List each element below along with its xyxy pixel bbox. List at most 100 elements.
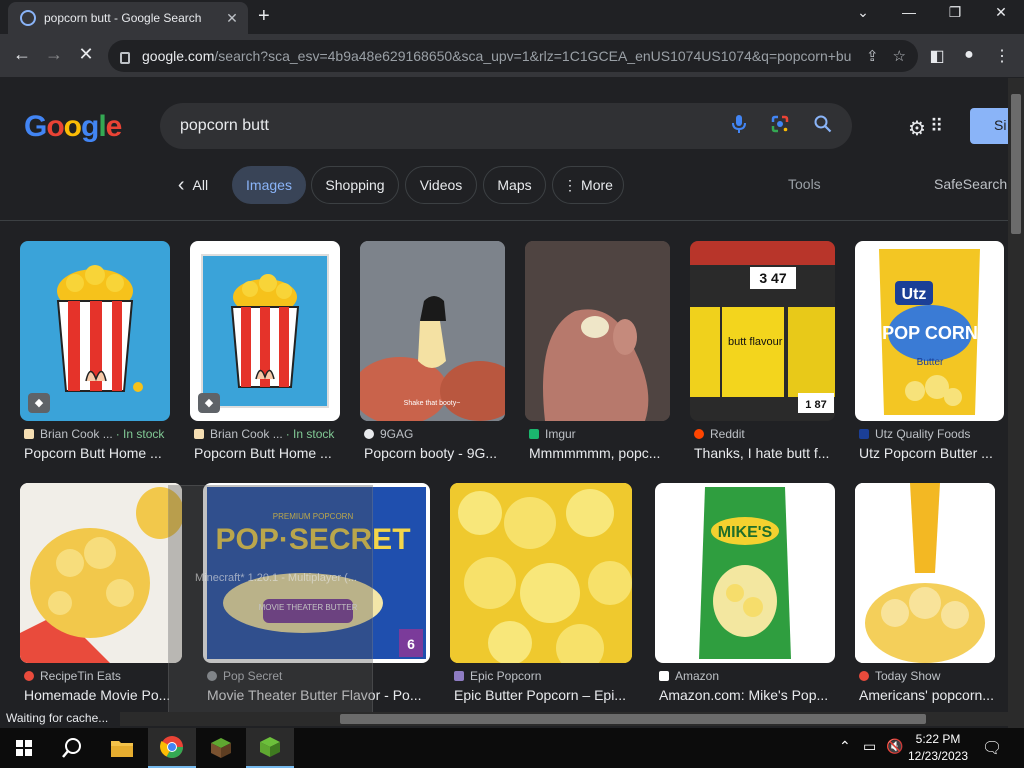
file-explorer-button[interactable] <box>98 728 146 768</box>
result-source[interactable]: 9GAG <box>364 427 509 441</box>
minimize-button[interactable]: — <box>894 4 924 20</box>
start-button[interactable] <box>0 728 48 768</box>
logo-letter: e <box>105 110 123 143</box>
settings-gear-icon[interactable]: ⚙ <box>908 116 926 141</box>
result-thumbnail[interactable] <box>855 483 995 663</box>
microphone-icon[interactable] <box>732 114 746 139</box>
result-thumbnail[interactable] <box>525 241 670 421</box>
source-name: Brian Cook ... <box>40 427 113 441</box>
result-thumbnail[interactable] <box>20 483 182 663</box>
url-host: google.com <box>142 48 215 64</box>
browser-tab[interactable]: popcorn butt - Google Search ✕ <box>8 2 248 34</box>
minecraft-game-button[interactable] <box>246 728 294 768</box>
show-hidden-icons-chevron-icon[interactable]: ⌃ <box>839 738 851 755</box>
result-thumbnail[interactable]: ◆ <box>20 241 170 421</box>
vertical-scrollbar-thumb[interactable] <box>1011 94 1021 234</box>
side-panel-icon[interactable]: ◧ <box>927 46 947 66</box>
site-favicon-icon <box>454 671 464 681</box>
result-title[interactable]: Popcorn Butt Home ... <box>24 445 174 461</box>
tab-search-icon[interactable]: ⌄ <box>848 4 878 21</box>
google-results-page: Google popcorn butt ⚙ ⠿ Si ‹ All Images … <box>0 78 1008 708</box>
result-title[interactable]: Mmmmmmm, popc... <box>529 445 674 461</box>
url-path: /search?sca_esv=4b9a48e629168650&sca_upv… <box>214 48 852 64</box>
result-source[interactable]: Brian Cook ... · In stock <box>24 427 174 441</box>
brand-logo-text: MIKE'S <box>718 524 773 541</box>
product-label: Butter <box>917 357 944 368</box>
result-title[interactable]: Amazon.com: Mike's Pop... <box>659 687 839 703</box>
chrome-taskbar-button[interactable] <box>148 728 196 768</box>
product-tag-icon: ◆ <box>198 393 220 413</box>
bookmark-star-icon[interactable]: ☆ <box>893 47 906 65</box>
network-icon[interactable]: ▭ <box>863 738 876 755</box>
horizontal-scrollbar-thumb[interactable] <box>340 714 926 724</box>
minecraft-launcher-button[interactable] <box>197 728 245 768</box>
result-thumbnail[interactable]: 3 47 butt flavour 1 87 <box>690 241 835 421</box>
windows-taskbar: ⌃ ▭ 🔇 5:22 PM 12/23/2023 🗨 <box>0 728 1024 768</box>
new-tab-button[interactable]: + <box>258 5 270 28</box>
profile-icon[interactable]: ● <box>959 46 979 64</box>
result-source[interactable]: Epic Popcorn <box>454 669 636 683</box>
share-icon[interactable]: ⇪ <box>866 47 879 65</box>
in-stock-badge: · In stock <box>115 427 165 441</box>
product-label: butt flavour <box>728 336 783 348</box>
restore-button[interactable]: ❐ <box>940 4 970 21</box>
horizontal-scrollbar[interactable] <box>0 712 1008 726</box>
result-title[interactable]: Homemade Movie Po... <box>24 687 172 703</box>
result-title[interactable]: Epic Butter Popcorn – Epi... <box>454 687 636 703</box>
product-tag-icon: ◆ <box>28 393 50 413</box>
result-source[interactable]: Utz Quality Foods <box>859 427 1008 441</box>
result-thumbnail[interactable]: ◆ <box>190 241 340 421</box>
result-source[interactable]: Reddit <box>694 427 839 441</box>
menu-kebab-icon[interactable]: ⋮ <box>992 46 1012 66</box>
chip-all[interactable]: ‹ All <box>170 166 216 204</box>
safesearch-button[interactable]: SafeSearch <box>934 176 1007 192</box>
result-source[interactable]: Imgur <box>529 427 674 441</box>
search-icon[interactable] <box>814 115 832 138</box>
search-query[interactable]: popcorn butt <box>180 117 708 135</box>
chip-more[interactable]: ⋮ More <box>552 166 624 204</box>
result-title[interactable]: Americans' popcorn... <box>859 687 999 703</box>
system-clock[interactable]: 5:22 PM 12/23/2023 <box>900 731 976 765</box>
close-window-button[interactable]: ✕ <box>986 4 1016 21</box>
google-logo[interactable]: Google <box>24 110 123 144</box>
back-button[interactable]: ← <box>10 44 34 65</box>
result-title[interactable]: Utz Popcorn Butter ... <box>859 445 1008 461</box>
source-name: Reddit <box>710 427 745 441</box>
result-source[interactable]: Brian Cook ... · In stock <box>194 427 344 441</box>
apps-grid-icon[interactable]: ⠿ <box>930 116 943 137</box>
result-title[interactable]: Popcorn Butt Home ... <box>194 445 344 461</box>
result-thumbnail[interactable]: Shake that booty~ <box>360 241 505 421</box>
taskbar-preview-window[interactable]: Minecraft* 1.20.1 - Multiplayer (... <box>168 485 373 725</box>
logo-letter: g <box>81 110 99 143</box>
chip-maps[interactable]: Maps <box>483 166 546 204</box>
amazon-icon <box>659 671 669 681</box>
result-source[interactable]: Amazon <box>659 669 839 683</box>
chip-images[interactable]: Images <box>232 166 306 204</box>
chip-videos[interactable]: Videos <box>405 166 477 204</box>
result-title[interactable]: Thanks, I hate butt f... <box>694 445 839 461</box>
logo-letter: l <box>98 110 106 143</box>
taskbar-search-button[interactable] <box>48 728 96 768</box>
tools-button[interactable]: Tools <box>788 176 821 192</box>
address-bar[interactable]: google.com /search?sca_esv=4b9a48e629168… <box>108 40 918 72</box>
vertical-scrollbar[interactable] <box>1008 78 1024 728</box>
stop-loading-button[interactable]: ✕ <box>74 44 98 65</box>
sign-in-button[interactable]: Si <box>970 108 1008 144</box>
notifications-icon[interactable]: 🗨 <box>982 738 1002 758</box>
forward-button[interactable]: → <box>42 44 66 65</box>
source-name: Amazon <box>675 669 720 683</box>
result-title[interactable]: Popcorn booty - 9G... <box>364 445 509 461</box>
folder-icon <box>111 741 133 757</box>
chip-shopping[interactable]: Shopping <box>311 166 399 204</box>
result-source[interactable]: Today Show <box>859 669 999 683</box>
lock-icon[interactable] <box>120 52 130 64</box>
search-input[interactable]: popcorn butt <box>160 103 852 149</box>
result-source[interactable]: RecipeTin Eats <box>24 669 186 683</box>
logo-letter: G <box>24 110 47 143</box>
result-thumbnail[interactable]: MIKE'S <box>655 483 835 663</box>
result-thumbnail[interactable]: Utz POP CORN Butter <box>855 241 1004 421</box>
google-lens-icon[interactable] <box>770 114 790 139</box>
search-filter-bar: ‹ All Images Shopping Videos Maps ⋮ More… <box>0 166 1008 206</box>
close-tab-icon[interactable]: ✕ <box>224 10 240 27</box>
result-thumbnail[interactable] <box>450 483 632 663</box>
